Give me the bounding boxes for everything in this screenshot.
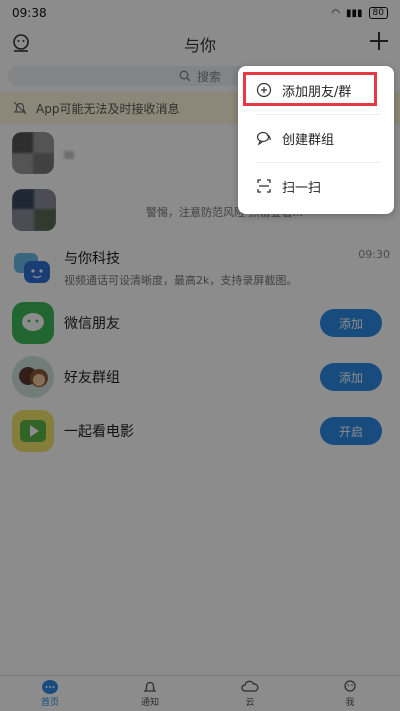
group-chat-icon	[256, 131, 271, 146]
menu-item-scan[interactable]: 扫一扫	[238, 162, 394, 210]
highlight-box	[243, 72, 377, 106]
menu-item-create-group[interactable]: 创建群组	[238, 114, 394, 162]
scan-icon	[257, 179, 271, 193]
menu-item-label: 创建群组	[282, 132, 335, 148]
menu-item-label: 扫一扫	[282, 180, 322, 196]
